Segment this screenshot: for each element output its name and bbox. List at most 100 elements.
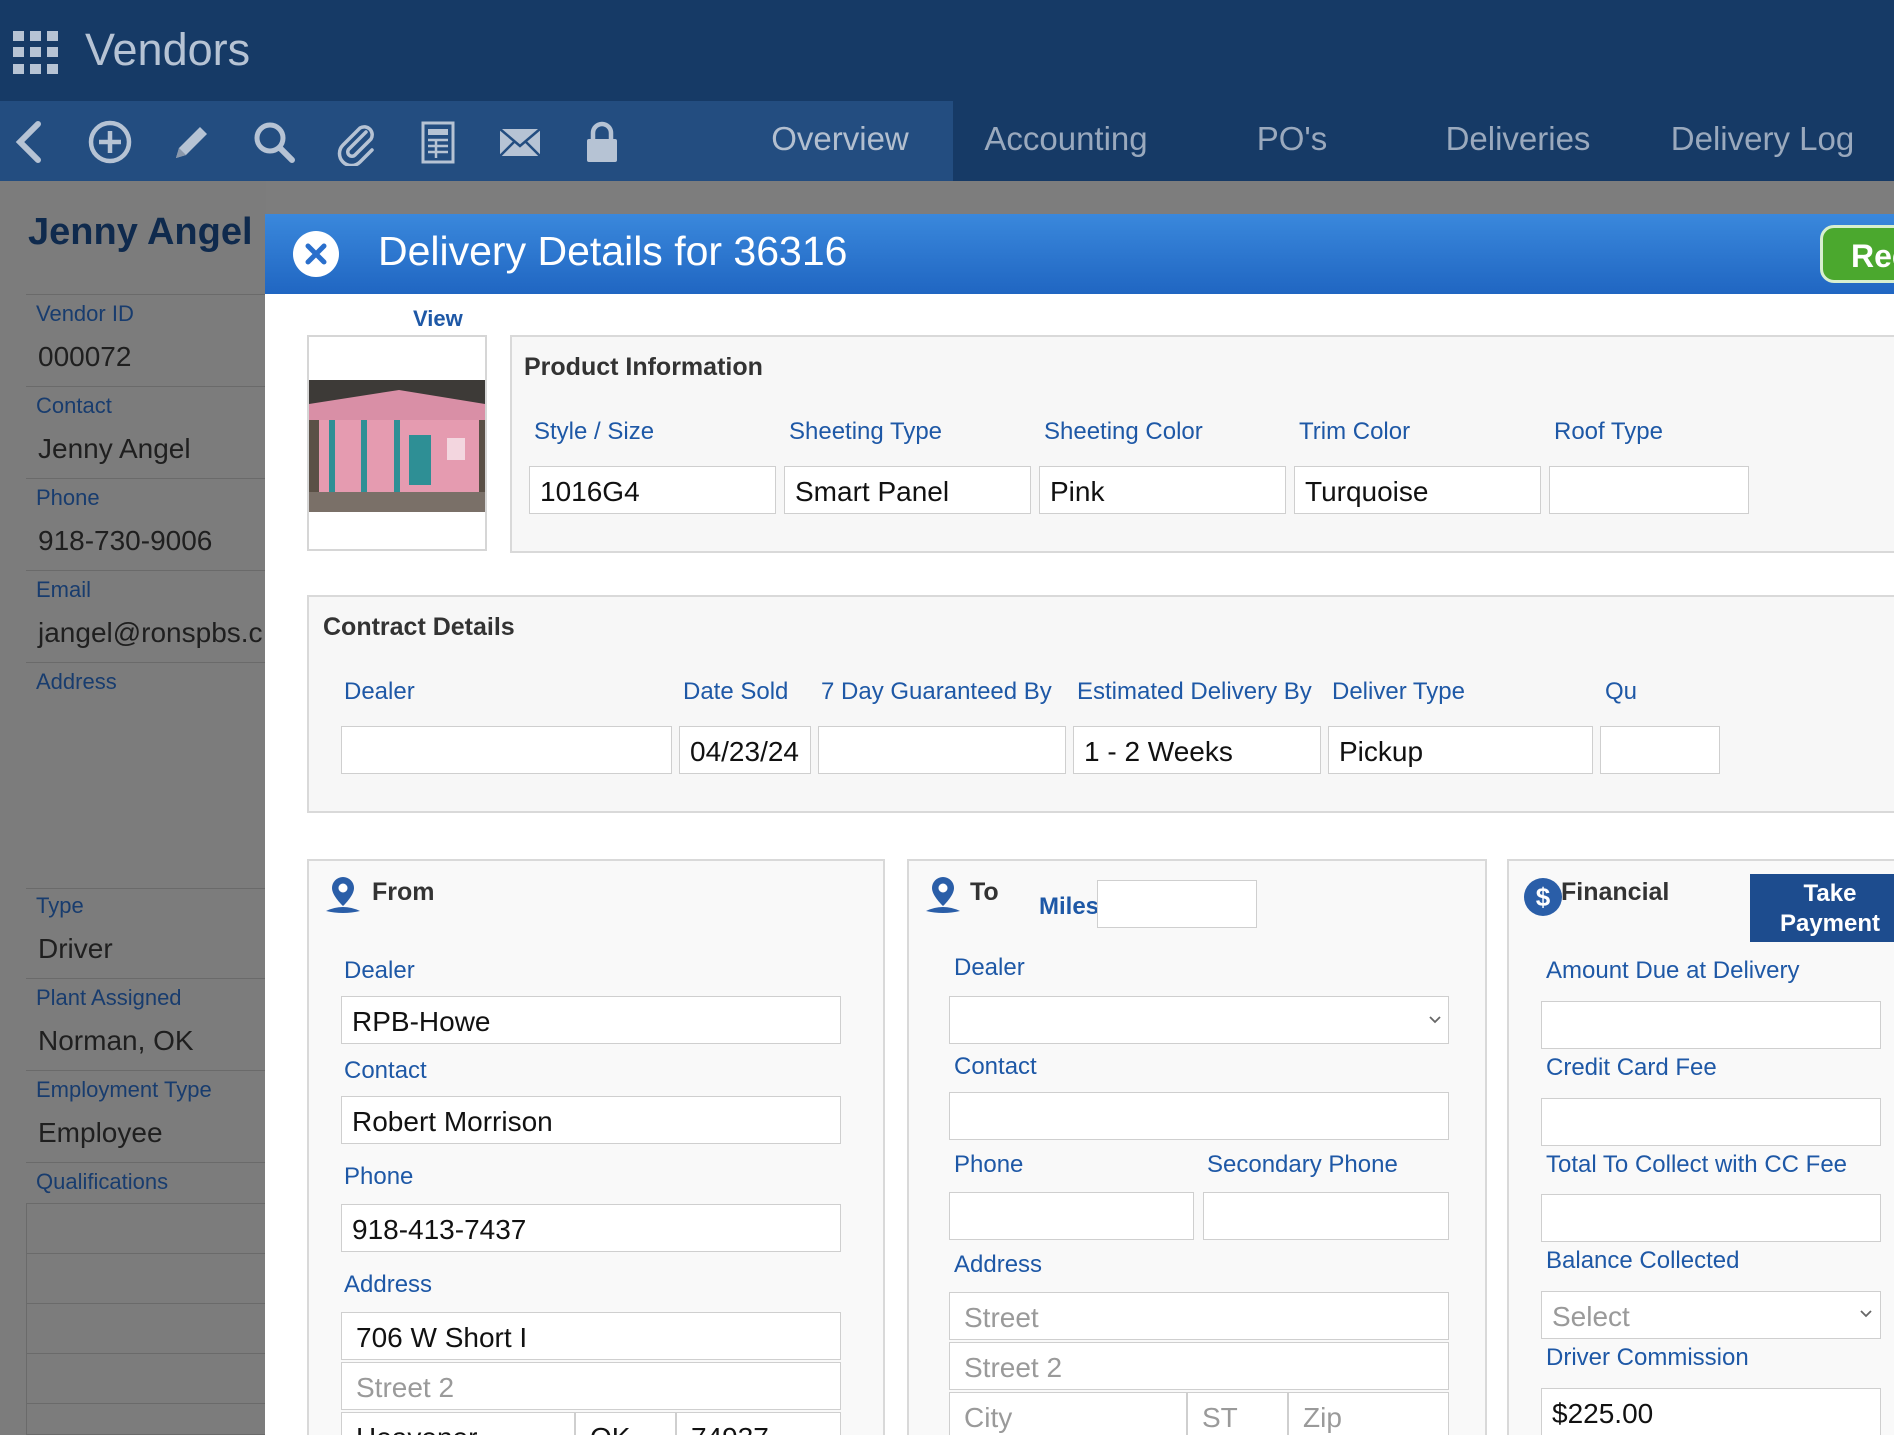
guaranteed-by-field[interactable]	[818, 726, 1066, 774]
divider	[26, 294, 266, 295]
attach-paperclip-icon[interactable]	[328, 115, 384, 169]
from-contact-label: Contact	[344, 1057, 427, 1084]
to-zip-field[interactable]: Zip	[1288, 1392, 1449, 1435]
phone-value: 918-730-9006	[38, 525, 213, 556]
total-collect-label: Total To Collect with CC Fee	[1546, 1151, 1848, 1178]
miles-label: Miles	[1039, 893, 1100, 920]
tab-overview[interactable]: Overview	[727, 101, 953, 181]
balance-collected-select[interactable]: Select	[1541, 1291, 1881, 1339]
total-collect-field[interactable]	[1541, 1194, 1881, 1242]
balance-collected-label: Balance Collected	[1546, 1247, 1740, 1274]
phone-label: Phone	[36, 485, 100, 510]
edit-pencil-icon[interactable]	[164, 115, 220, 169]
tab-accounting[interactable]: Accounting	[953, 101, 1179, 181]
quantity-field[interactable]	[1600, 726, 1720, 774]
modal-header: Delivery Details for 36316 Rec	[265, 214, 1894, 294]
app-header: Vendors	[0, 0, 1894, 101]
tab-deliveries[interactable]: Deliveries	[1405, 101, 1631, 181]
delivery-details-modal: Delivery Details for 36316 Rec View Prod…	[265, 214, 1894, 1435]
from-section: From Dealer RPB-Howe Contact Robert Morr…	[307, 859, 885, 1435]
type-value: Driver	[38, 933, 113, 964]
app-title: Vendors	[85, 24, 251, 75]
to-street2-field[interactable]: Street 2	[949, 1342, 1449, 1390]
sheeting-color-label: Sheeting Color	[1044, 418, 1203, 445]
tab-delivery-log[interactable]: Delivery Log	[1631, 101, 1894, 181]
modal-title: Delivery Details for 36316	[378, 228, 848, 274]
divider	[26, 386, 266, 387]
divider	[26, 978, 266, 979]
address-label: Address	[36, 669, 117, 694]
view-image-link[interactable]: View	[413, 306, 463, 332]
from-contact-field[interactable]: Robert Morrison	[341, 1096, 841, 1144]
vendor-name: Jenny Angel	[28, 211, 253, 253]
tab-pos[interactable]: PO's	[1179, 101, 1405, 181]
deliver-type-field[interactable]: Pickup	[1328, 726, 1593, 774]
product-thumbnail[interactable]	[307, 335, 487, 551]
date-sold-field[interactable]: 04/23/24	[679, 726, 811, 774]
mail-envelope-icon[interactable]	[492, 115, 548, 169]
deliver-type-label: Deliver Type	[1332, 678, 1465, 705]
style-size-field[interactable]: 1016G4	[529, 466, 776, 514]
rec-button[interactable]: Rec	[1820, 225, 1894, 283]
dealer-field[interactable]	[341, 726, 672, 774]
to-phone-field[interactable]	[949, 1192, 1194, 1240]
to-city-field[interactable]: City	[949, 1392, 1187, 1435]
search-icon[interactable]	[246, 115, 302, 169]
close-icon	[305, 243, 327, 265]
from-dealer-label: Dealer	[344, 957, 415, 984]
divider	[26, 888, 266, 889]
employment-value: Employee	[38, 1117, 163, 1148]
email-label: Email	[36, 577, 92, 602]
to-state-field[interactable]: ST	[1187, 1392, 1288, 1435]
guaranteed-by-label: 7 Day Guaranteed By	[821, 678, 1052, 705]
from-city-field[interactable]: Heavener	[341, 1412, 575, 1435]
apps-grid-icon[interactable]	[13, 31, 59, 74]
sheeting-color-field[interactable]: Pink	[1039, 466, 1286, 514]
to-contact-field[interactable]	[949, 1092, 1449, 1140]
take-payment-button[interactable]: Take Payment	[1750, 874, 1894, 942]
from-street-field[interactable]: 706 W Short I	[341, 1312, 841, 1360]
section-title: To	[970, 878, 999, 906]
vendor-id-label: Vendor ID	[36, 301, 134, 326]
from-phone-field[interactable]: 918-413-7437	[341, 1204, 841, 1252]
divider	[26, 662, 266, 663]
from-street2-field[interactable]: Street 2	[341, 1362, 841, 1410]
driver-commission-label: Driver Commission	[1546, 1344, 1749, 1371]
divider	[26, 1162, 266, 1163]
estimated-delivery-label: Estimated Delivery By	[1077, 678, 1312, 705]
driver-commission-field[interactable]: $225.00	[1541, 1388, 1881, 1435]
qualifications-list	[26, 1203, 266, 1435]
to-dealer-select[interactable]	[949, 996, 1449, 1044]
amount-due-field[interactable]	[1541, 1001, 1881, 1049]
cc-fee-label: Credit Card Fee	[1546, 1054, 1717, 1081]
dollar-icon: $	[1524, 878, 1562, 916]
trim-color-field[interactable]: Turquoise	[1294, 466, 1541, 514]
email-value[interactable]: jangel@ronspbs.c	[38, 617, 263, 649]
vendor-id-value: 000072	[38, 341, 132, 372]
shed-photo-image	[309, 380, 485, 512]
miles-field[interactable]	[1097, 880, 1257, 928]
location-pin-icon	[926, 877, 960, 913]
contract-details-section: Contract Details Dealer Date Sold 04/23/…	[307, 595, 1894, 813]
section-title: Financial	[1561, 878, 1670, 906]
divider	[26, 570, 266, 571]
back-arrow-icon[interactable]	[4, 115, 60, 169]
from-phone-label: Phone	[344, 1163, 414, 1190]
from-dealer-field[interactable]: RPB-Howe	[341, 996, 841, 1044]
report-document-icon[interactable]	[410, 115, 466, 169]
close-button[interactable]	[293, 231, 339, 277]
cc-fee-field[interactable]	[1541, 1098, 1881, 1146]
from-zip-field[interactable]: 74937	[676, 1412, 841, 1435]
product-information-section: Product Information Style / Size 1016G4 …	[510, 335, 1894, 553]
add-circle-icon[interactable]	[82, 115, 138, 169]
qualifications-label: Qualifications	[36, 1169, 169, 1194]
to-section: To Miles Dealer Contact Phone Secondary …	[907, 859, 1487, 1435]
from-state-field[interactable]: OK	[575, 1412, 676, 1435]
roof-type-field[interactable]	[1549, 466, 1749, 514]
section-title: From	[372, 878, 435, 906]
estimated-delivery-field[interactable]: 1 - 2 Weeks	[1073, 726, 1321, 774]
lock-icon[interactable]	[574, 115, 630, 169]
secondary-phone-field[interactable]	[1203, 1192, 1449, 1240]
to-street-field[interactable]: Street	[949, 1292, 1449, 1340]
sheeting-type-field[interactable]: Smart Panel	[784, 466, 1031, 514]
